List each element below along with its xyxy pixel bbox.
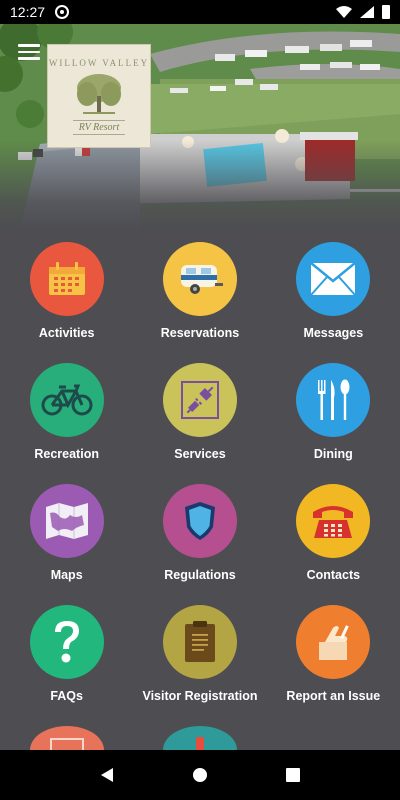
hamburger-bar xyxy=(18,50,40,53)
menu-grid: Activities Reservations Messages Recreat… xyxy=(0,230,400,774)
calendar-icon xyxy=(48,262,85,295)
bicycle-icon xyxy=(41,384,93,416)
tile-label: Services xyxy=(174,447,226,461)
tile-dining[interactable]: Dining xyxy=(267,351,400,472)
tile-circle xyxy=(296,363,371,437)
resort-logo: WILLOW VALLEY RV Resort xyxy=(47,44,151,148)
status-bar: 12:27 xyxy=(0,0,400,24)
tile-circle xyxy=(162,605,237,679)
tile-faqs[interactable]: FAQs xyxy=(0,593,133,714)
tile-activities[interactable]: Activities xyxy=(0,230,133,351)
back-triangle-icon xyxy=(100,768,113,782)
tile-circle xyxy=(162,242,237,316)
tile-contacts[interactable]: Contacts xyxy=(267,472,400,593)
tile-label: Dining xyxy=(313,447,353,461)
battery-icon xyxy=(382,5,390,19)
tile-circle xyxy=(296,484,371,558)
tile-circle xyxy=(29,605,104,679)
plug-icon xyxy=(180,381,219,419)
header-banner: WILLOW VALLEY RV Resort xyxy=(0,24,400,230)
clipboard-icon xyxy=(184,621,215,662)
tile-messages[interactable]: Messages xyxy=(267,230,400,351)
wifi-icon xyxy=(336,6,352,18)
logo-text-bottom: RV Resort xyxy=(72,119,126,135)
signal-icon xyxy=(360,6,374,18)
tile-circle xyxy=(162,363,237,437)
system-nav-bar xyxy=(0,750,400,800)
tile-circle xyxy=(29,363,104,437)
app-notification-icon xyxy=(55,5,70,19)
recents-square-icon xyxy=(286,768,301,782)
hamburger-bar xyxy=(18,44,40,47)
tile-visitor-registration[interactable]: Visitor Registration xyxy=(133,593,266,714)
tile-circle xyxy=(29,242,104,316)
tile-label: Activities xyxy=(38,326,95,340)
tile-label: Report an Issue xyxy=(286,689,381,703)
tile-circle xyxy=(296,242,371,316)
willow-tree-icon xyxy=(77,73,121,114)
logo-text-top: WILLOW VALLEY xyxy=(48,57,150,68)
telephone-icon xyxy=(313,506,354,538)
envelope-icon xyxy=(310,262,357,296)
tile-label: Visitor Registration xyxy=(142,689,258,703)
report-hand-icon xyxy=(319,625,350,660)
tile-label: Reservations xyxy=(160,326,240,340)
tile-label: Contacts xyxy=(306,568,361,582)
tile-recreation[interactable]: Recreation xyxy=(0,351,133,472)
tile-circle xyxy=(162,484,237,558)
tile-maps[interactable]: Maps xyxy=(0,472,133,593)
tile-regulations[interactable]: Regulations xyxy=(133,472,266,593)
tile-services[interactable]: Services xyxy=(133,351,266,472)
status-time: 12:27 xyxy=(10,4,46,20)
tile-circle xyxy=(29,484,104,558)
tile-label: FAQs xyxy=(50,689,83,703)
tile-label: Regulations xyxy=(164,568,236,582)
header-fade xyxy=(0,140,400,230)
status-icons xyxy=(336,5,390,19)
tile-label: Maps xyxy=(50,568,83,582)
question-mark-icon xyxy=(54,621,79,663)
tile-label: Messages xyxy=(303,326,364,340)
fork-knife-spoon-icon xyxy=(318,379,350,420)
nav-back-button[interactable] xyxy=(87,755,127,795)
tile-reservations[interactable]: Reservations xyxy=(133,230,266,351)
shield-icon xyxy=(184,502,215,540)
map-icon xyxy=(45,503,88,539)
tile-label: Recreation xyxy=(34,447,99,461)
home-circle-icon xyxy=(192,768,207,782)
tile-circle xyxy=(296,605,371,679)
nav-home-button[interactable] xyxy=(180,755,220,795)
tile-report-an-issue[interactable]: Report an Issue xyxy=(267,593,400,714)
camper-trailer-icon xyxy=(180,265,223,294)
menu-button[interactable] xyxy=(18,44,40,60)
nav-recents-button[interactable] xyxy=(273,755,313,795)
hamburger-bar xyxy=(18,57,40,60)
